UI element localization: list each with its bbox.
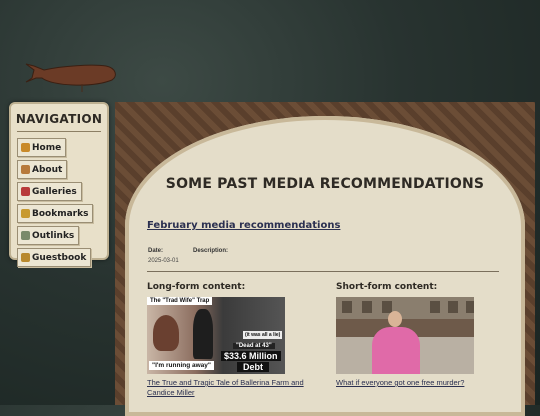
person-head	[388, 311, 402, 327]
nav-item-bookmarks[interactable]: Bookmarks	[17, 204, 94, 223]
thumb-caption: The "Trad Wife" Trap	[147, 297, 213, 305]
post-title-link[interactable]: February media recommendations	[147, 220, 340, 231]
person-figure	[193, 309, 213, 359]
long-form-heading: Long-form content:	[147, 282, 246, 292]
galleries-icon	[21, 187, 30, 196]
person-body	[372, 327, 420, 374]
thumb-amount: $33.6 Million	[221, 351, 281, 361]
short-form-thumbnail[interactable]	[336, 297, 474, 374]
thumb-quote: "I'm running away"	[149, 361, 214, 370]
nav-item-home[interactable]: Home	[17, 138, 67, 157]
thumb-quote: "Dead at 43"	[233, 343, 275, 349]
whale-logo	[25, 63, 116, 92]
nav-item-about[interactable]: About	[17, 160, 68, 179]
nav-item-label: Guestbook	[32, 252, 87, 263]
outlinks-icon	[21, 231, 30, 240]
nav-item-label: Home	[32, 142, 62, 153]
nav-divider	[17, 131, 101, 132]
short-form-heading: Short-form content:	[336, 282, 438, 292]
nav-item-outlinks[interactable]: Outlinks	[17, 226, 80, 245]
nav-item-label: Outlinks	[32, 230, 75, 241]
page-title: SOME PAST MEDIA RECOMMENDATIONS	[165, 176, 485, 192]
home-icon	[21, 143, 30, 152]
nav-item-label: Galleries	[32, 186, 77, 197]
date-label: Date:	[148, 248, 164, 254]
nav-item-guestbook[interactable]: Guestbook	[17, 248, 92, 267]
navigation-panel: NAVIGATION Home About Galleries Bookmark…	[9, 102, 109, 267]
person-figure	[153, 315, 179, 351]
nav-item-label: About	[32, 164, 63, 175]
short-form-link[interactable]: What if everyone got one free murder?	[336, 378, 506, 388]
nav-title: NAVIGATION	[15, 112, 103, 126]
long-form-thumbnail[interactable]: The "Trad Wife" Trap "I'm running away" …	[147, 297, 285, 374]
about-icon	[21, 165, 30, 174]
description-label: Description:	[193, 248, 229, 254]
section-divider	[147, 271, 499, 272]
thumbnail-wall	[336, 297, 474, 319]
nav-item-label: Bookmarks	[32, 208, 89, 219]
nav-item-galleries[interactable]: Galleries	[17, 182, 82, 201]
guestbook-icon	[21, 253, 30, 262]
long-form-link[interactable]: The True and Tragic Tale of Ballerina Fa…	[147, 378, 317, 398]
date-value: 2025-03-01	[148, 258, 179, 264]
thumb-debt: Debt	[237, 362, 269, 372]
wall-portraits	[342, 301, 352, 313]
thumb-quote: (it was all a lie)	[243, 331, 283, 339]
bookmarks-icon	[21, 209, 30, 218]
